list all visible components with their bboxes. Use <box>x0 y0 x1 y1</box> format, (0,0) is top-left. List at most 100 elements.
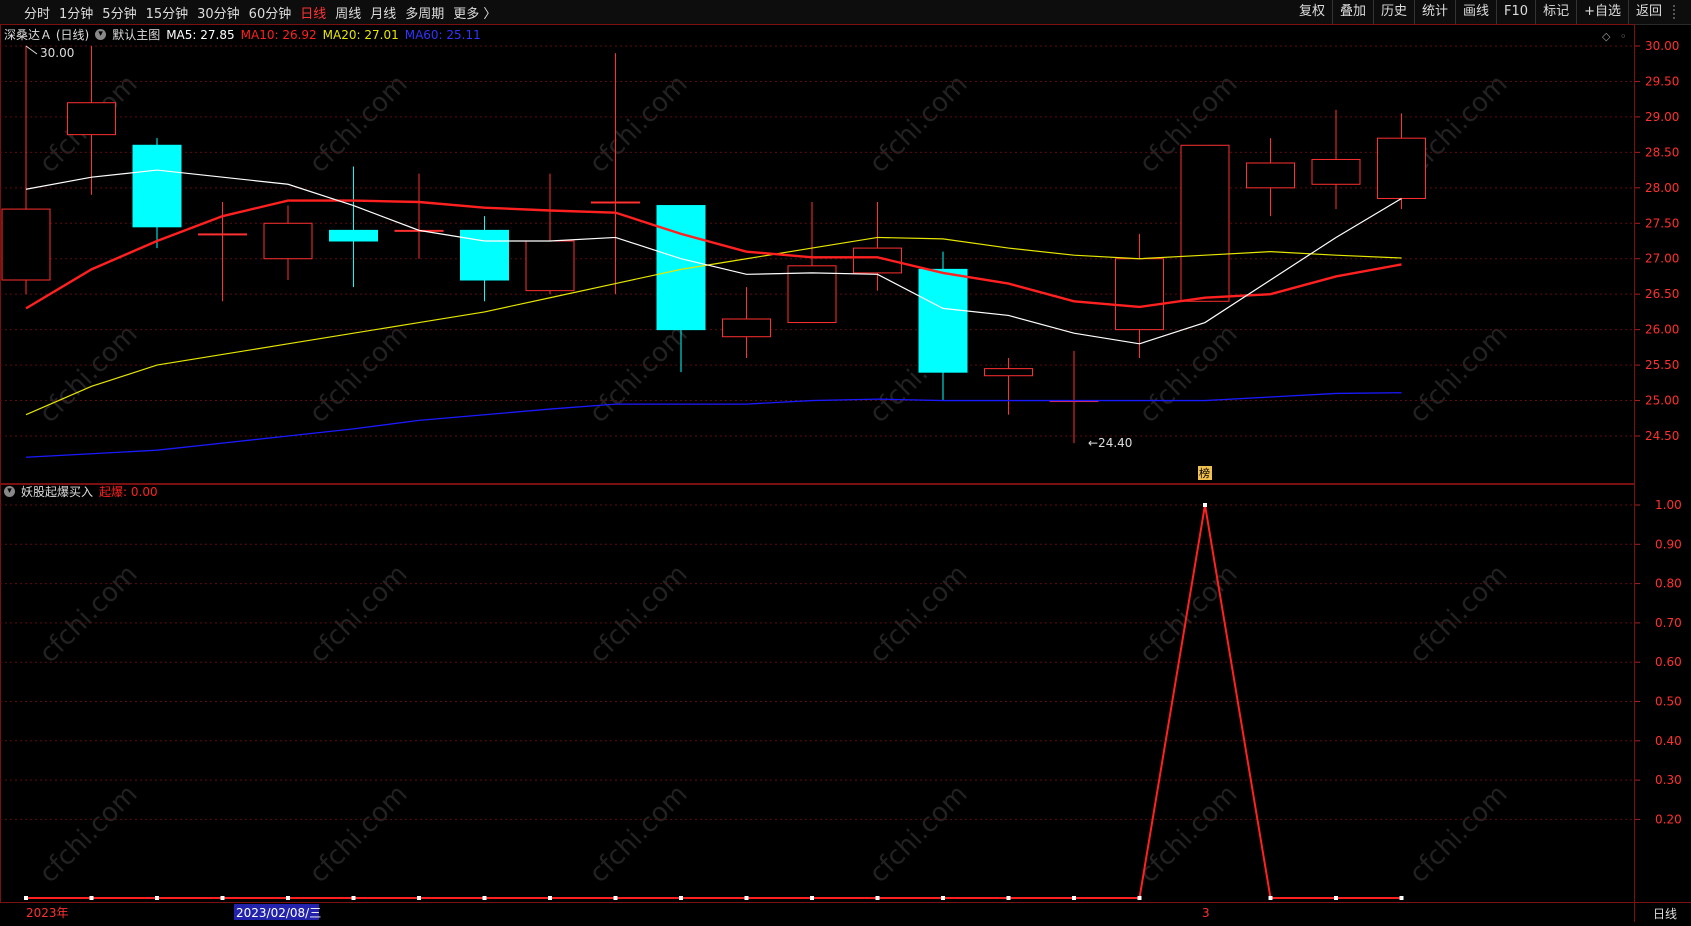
indicator-axis-label: 1.00 <box>1655 498 1682 512</box>
ma20-value: MA20: 27.01 <box>322 27 399 42</box>
watermark-text: cfchi.com <box>34 779 144 889</box>
indicator-point <box>1137 896 1142 900</box>
indicator-name[interactable]: 妖股起爆买入 <box>21 483 93 500</box>
watermark-text: cfchi.com <box>864 559 974 669</box>
price-axis-label: 25.50 <box>1645 358 1679 372</box>
watermark-text: cfchi.com <box>34 559 144 669</box>
candle-body <box>132 144 182 228</box>
price-axis-label: 24.50 <box>1645 429 1679 443</box>
toolbar-button-2[interactable]: 历史 <box>1372 0 1414 24</box>
price-axis-label: 26.50 <box>1645 287 1679 301</box>
diamond-icon: ◇ <box>1602 30 1611 43</box>
candle-body <box>591 201 640 204</box>
period-tab-1[interactable]: 1分钟 <box>59 3 93 22</box>
watermark-text: cfchi.com <box>304 319 414 429</box>
bottom-period-tab[interactable]: 日线 <box>1653 905 1677 922</box>
indicator-axis-label: 0.70 <box>1655 616 1682 630</box>
candle <box>787 202 837 324</box>
watermark-text: cfchi.com <box>1404 779 1514 889</box>
ma5-value: MA5: 27.85 <box>166 27 235 42</box>
high-arrow <box>25 45 38 55</box>
toolbar-grip-icon[interactable] <box>1673 5 1685 19</box>
mark-button[interactable]: 标记 <box>1535 0 1576 24</box>
candle <box>722 287 771 358</box>
period-tab-9[interactable]: 多周期 <box>405 3 444 22</box>
watermark-text: cfchi.com <box>304 69 414 179</box>
candle <box>1180 144 1230 302</box>
candle <box>394 173 444 259</box>
period-tab-8[interactable]: 月线 <box>370 3 396 22</box>
toolbar-button-1[interactable]: 叠加 <box>1331 0 1373 24</box>
indicator-point <box>1072 896 1076 900</box>
toolbar-button-6[interactable]: +自选 <box>1576 0 1628 24</box>
template-label[interactable]: 默认主图 <box>112 26 160 43</box>
period-tab-4[interactable]: 30分钟 <box>197 3 240 22</box>
sub-panel-border <box>0 484 1635 903</box>
toolbar-button-0[interactable]: 复权 <box>1292 0 1332 24</box>
watermark-text: cfchi.com <box>1134 559 1244 669</box>
indicator-axis-label: 0.40 <box>1655 734 1682 748</box>
candle <box>460 216 509 302</box>
watermark-text: cfchi.com <box>1404 319 1514 429</box>
toolbar-button-3[interactable]: 统计 <box>1414 0 1455 24</box>
indicator-point <box>875 896 880 900</box>
candle <box>132 138 182 249</box>
indicator-point <box>286 896 290 900</box>
price-axis-label: 27.50 <box>1645 216 1679 230</box>
period-tab-7[interactable]: 周线 <box>335 3 361 22</box>
watermark-text: cfchi.com <box>304 559 414 669</box>
indicator-dropdown-icon[interactable]: ▾ <box>4 486 15 497</box>
period-tab-5[interactable]: 60分钟 <box>249 3 292 22</box>
price-axis-label: 28.00 <box>1645 181 1679 195</box>
toolbar-button-5[interactable]: F10 <box>1496 0 1535 24</box>
period-tab-10[interactable]: 更多 〉 <box>453 3 496 22</box>
candle-body <box>787 265 837 324</box>
kline-chart[interactable]: cfchi.com cfchi.com cfchi.com cfchi.com cfch… <box>0 24 1691 922</box>
price-axis-label: 29.50 <box>1645 74 1679 88</box>
price-axis-label: 27.00 <box>1645 252 1679 266</box>
toolbar-button-4[interactable]: 画线 <box>1455 0 1496 24</box>
ma10-value: MA10: 26.92 <box>240 27 317 42</box>
period-tab-2[interactable]: 5分钟 <box>102 3 136 22</box>
candle-body <box>1311 158 1361 185</box>
indicator-point <box>351 896 356 900</box>
indicator-axis-label: 0.80 <box>1655 577 1682 591</box>
cursor-date-label: 2023/02/08/三 <box>236 906 321 920</box>
main-panel-border <box>0 24 1635 484</box>
period-tab-3[interactable]: 15分钟 <box>146 3 189 22</box>
chart-area[interactable]: cfchi.com cfchi.com cfchi.com cfchi.com cfch… <box>0 24 1691 922</box>
high-annotation: 30.00 <box>40 46 74 60</box>
indicator-point <box>679 896 683 900</box>
candle-body <box>1246 162 1295 189</box>
candle-body <box>525 240 575 292</box>
candle-body <box>263 222 313 260</box>
candle <box>984 358 1033 415</box>
candle <box>67 46 116 195</box>
candle-body <box>329 229 378 242</box>
candle <box>329 166 378 288</box>
watermark-text: cfchi.com <box>864 779 974 889</box>
main-legend: 深桑达Ａ (日线) ▾ 默认主图 MA5: 27.85 MA10: 26.92 … <box>4 26 487 43</box>
candle-body <box>918 268 968 373</box>
period-tab-0[interactable]: 分时 <box>24 3 50 22</box>
watermark-text: cfchi.com <box>34 319 144 429</box>
watermark-text: cfchi.com <box>1134 319 1244 429</box>
indicator-point <box>417 896 421 900</box>
watermark-text: cfchi.com <box>584 319 694 429</box>
price-axis-label: 26.00 <box>1645 323 1679 337</box>
watermark-text: cfchi.com <box>584 69 694 179</box>
candle <box>263 205 313 280</box>
period-tab-6[interactable]: 日线 <box>300 3 326 22</box>
options-icon: ◦ <box>1620 30 1627 43</box>
indicator-point <box>89 896 94 900</box>
watermark-text: cfchi.com <box>864 69 974 179</box>
indicator-point <box>155 896 159 900</box>
template-dropdown-icon[interactable]: ▾ <box>95 29 107 40</box>
watermark-text: cfchi.com <box>1404 559 1514 669</box>
rank-badge: 榜 <box>1199 466 1210 480</box>
toolbar-button-7[interactable]: 返回 <box>1627 0 1669 24</box>
indicator-point <box>220 896 225 900</box>
candle-body <box>198 233 247 236</box>
candle-body <box>1115 258 1164 331</box>
indicator-axis-label: 0.30 <box>1655 773 1682 787</box>
